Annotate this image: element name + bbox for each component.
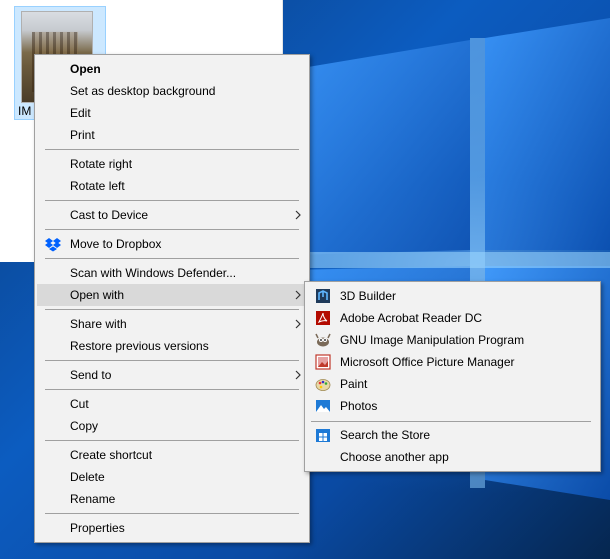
menu-label: Move to Dropbox xyxy=(70,237,162,251)
menu-item-open[interactable]: Open xyxy=(37,58,307,80)
menu-label: GNU Image Manipulation Program xyxy=(340,333,525,347)
menu-item-cast-to-device[interactable]: Cast to Device xyxy=(37,204,307,226)
context-menu: Open Set as desktop background Edit Prin… xyxy=(34,54,310,543)
menu-label: Rotate left xyxy=(70,179,125,193)
menu-item-set-desktop-background[interactable]: Set as desktop background xyxy=(37,80,307,102)
paint-icon xyxy=(315,379,331,391)
menu-label: Rename xyxy=(70,492,116,506)
menu-label: Create shortcut xyxy=(70,448,153,462)
menu-label: Open with xyxy=(70,288,125,302)
menu-item-cut[interactable]: Cut xyxy=(37,393,307,415)
menu-separator xyxy=(45,309,299,310)
menu-separator xyxy=(45,200,299,201)
menu-item-properties[interactable]: Properties xyxy=(37,517,307,539)
chevron-right-icon xyxy=(295,319,301,329)
menu-label: Scan with Windows Defender... xyxy=(70,266,237,280)
menu-item-create-shortcut[interactable]: Create shortcut xyxy=(37,444,307,466)
dropbox-icon xyxy=(45,238,61,252)
open-with-photos[interactable]: Photos xyxy=(307,395,598,417)
menu-label: Share with xyxy=(70,317,127,331)
menu-separator xyxy=(45,149,299,150)
menu-label: Rotate right xyxy=(70,157,133,171)
menu-label: Search the Store xyxy=(340,428,431,442)
open-with-3d-builder[interactable]: 3D Builder xyxy=(307,285,598,307)
menu-label: Cut xyxy=(70,397,89,411)
menu-item-delete[interactable]: Delete xyxy=(37,466,307,488)
menu-label: Choose another app xyxy=(340,450,449,464)
menu-item-print[interactable]: Print xyxy=(37,124,307,146)
menu-item-send-to[interactable]: Send to xyxy=(37,364,307,386)
menu-separator xyxy=(45,360,299,361)
chevron-right-icon xyxy=(295,370,301,380)
menu-item-rename[interactable]: Rename xyxy=(37,488,307,510)
menu-item-rotate-right[interactable]: Rotate right xyxy=(37,153,307,175)
menu-label: Edit xyxy=(70,106,91,120)
menu-label: Set as desktop background xyxy=(70,84,216,98)
menu-label: Photos xyxy=(340,399,378,413)
menu-label: Properties xyxy=(70,521,125,535)
menu-label: Copy xyxy=(70,419,99,433)
open-with-gimp[interactable]: GNU Image Manipulation Program xyxy=(307,329,598,351)
open-with-acrobat[interactable]: Adobe Acrobat Reader DC xyxy=(307,307,598,329)
menu-label: Print xyxy=(70,128,95,142)
menu-item-edit[interactable]: Edit xyxy=(37,102,307,124)
menu-label: Open xyxy=(70,62,101,76)
open-with-picture-manager[interactable]: Microsoft Office Picture Manager xyxy=(307,351,598,373)
menu-item-scan-windows-defender[interactable]: Scan with Windows Defender... xyxy=(37,262,307,284)
file-name-label: IM xyxy=(18,104,32,118)
menu-label: Cast to Device xyxy=(70,208,149,222)
acrobat-icon xyxy=(316,311,330,325)
menu-item-open-with[interactable]: Open with xyxy=(37,284,307,306)
open-with-paint[interactable]: Paint xyxy=(307,373,598,395)
menu-separator xyxy=(311,421,591,422)
menu-item-move-to-dropbox[interactable]: Move to Dropbox xyxy=(37,233,307,255)
menu-item-restore-previous-versions[interactable]: Restore previous versions xyxy=(37,335,307,357)
menu-item-share-with[interactable]: Share with xyxy=(37,313,307,335)
open-with-submenu: 3D Builder Adobe Acrobat Reader DC GNU I… xyxy=(304,281,601,472)
gimp-icon xyxy=(315,333,331,347)
menu-separator xyxy=(45,513,299,514)
chevron-right-icon xyxy=(295,210,301,220)
open-with-choose-another-app[interactable]: Choose another app xyxy=(307,446,598,468)
menu-separator xyxy=(45,389,299,390)
menu-label: Delete xyxy=(70,470,105,484)
menu-item-copy[interactable]: Copy xyxy=(37,415,307,437)
menu-item-rotate-left[interactable]: Rotate left xyxy=(37,175,307,197)
store-icon xyxy=(316,429,330,442)
menu-separator xyxy=(45,229,299,230)
menu-label: 3D Builder xyxy=(340,289,397,303)
menu-label: Send to xyxy=(70,368,112,382)
menu-label: Adobe Acrobat Reader DC xyxy=(340,311,483,325)
photos-icon xyxy=(316,400,330,412)
menu-label: Microsoft Office Picture Manager xyxy=(340,355,515,369)
menu-separator xyxy=(45,440,299,441)
menu-label: Paint xyxy=(340,377,368,391)
picture-manager-icon xyxy=(315,354,331,370)
chevron-right-icon xyxy=(295,290,301,300)
menu-label: Restore previous versions xyxy=(70,339,209,353)
menu-separator xyxy=(45,258,299,259)
open-with-search-store[interactable]: Search the Store xyxy=(307,424,598,446)
3d-builder-icon xyxy=(316,289,330,303)
